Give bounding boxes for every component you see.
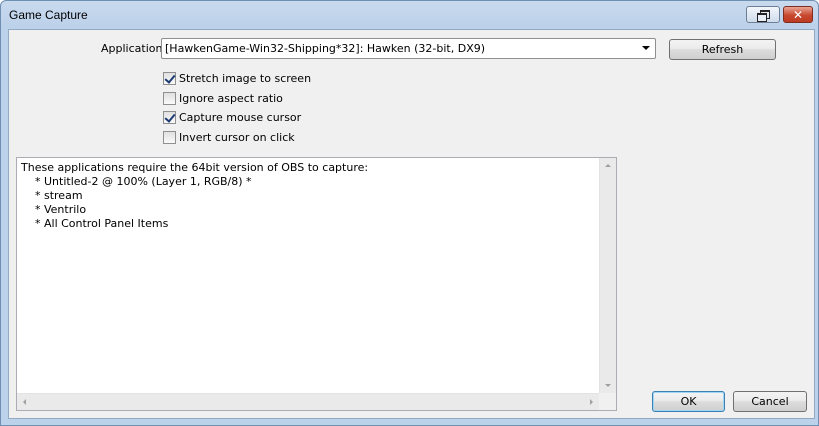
invert-cursor-checkbox[interactable]: Invert cursor on click xyxy=(163,129,295,145)
checkbox-unchecked[interactable] xyxy=(163,91,176,105)
scroll-up-icon[interactable] xyxy=(605,164,611,167)
application-selected-value: [HawkenGame-Win32-Shipping*32]: Hawken (… xyxy=(165,42,486,55)
checkbox-checked[interactable] xyxy=(163,71,176,85)
vertical-scrollbar[interactable] xyxy=(599,158,616,393)
dialog-client-area: Application: [HawkenGame-Win32-Shipping*… xyxy=(8,29,815,419)
horizontal-scrollbar[interactable] xyxy=(17,393,599,410)
checkbox-label: Invert cursor on click xyxy=(179,130,295,144)
ignore-aspect-ratio-checkbox[interactable]: Ignore aspect ratio xyxy=(163,90,283,106)
checkbox-label: Stretch image to screen xyxy=(179,71,312,85)
scroll-down-icon[interactable] xyxy=(605,384,611,387)
chevron-down-icon xyxy=(642,46,650,50)
close-button[interactable]: ✕ xyxy=(783,6,813,23)
restore-button[interactable] xyxy=(746,6,780,23)
info-text: These applications require the 64bit ver… xyxy=(21,161,596,231)
refresh-button[interactable]: Refresh xyxy=(669,39,776,60)
info-line: These applications require the 64bit ver… xyxy=(21,161,369,174)
info-line: * stream xyxy=(21,189,83,202)
window-title: Game Capture xyxy=(9,8,88,22)
info-line: * Ventrilo xyxy=(21,203,87,216)
ok-button-label: OK xyxy=(680,395,697,408)
application-dropdown[interactable]: [HawkenGame-Win32-Shipping*32]: Hawken (… xyxy=(161,38,656,59)
info-line: * All Control Panel Items xyxy=(21,217,169,230)
info-textbox[interactable]: These applications require the 64bit ver… xyxy=(16,157,617,411)
checkbox-label: Ignore aspect ratio xyxy=(179,91,283,105)
refresh-button-label: Refresh xyxy=(701,43,744,56)
scrollbar-corner xyxy=(599,393,616,410)
info-line: * Untitled-2 @ 100% (Layer 1, RGB/8) * xyxy=(21,175,252,188)
scroll-right-icon[interactable] xyxy=(590,399,593,405)
checkbox-label: Capture mouse cursor xyxy=(179,110,302,124)
stretch-image-checkbox[interactable]: Stretch image to screen xyxy=(163,70,311,86)
title-bar[interactable]: Game Capture ✕ xyxy=(1,1,818,29)
restore-icon xyxy=(757,9,770,22)
cancel-button-label: Cancel xyxy=(751,395,789,408)
checkbox-unchecked[interactable] xyxy=(163,130,176,144)
close-icon: ✕ xyxy=(792,7,804,22)
application-label: Application: xyxy=(101,42,167,55)
checkbox-checked[interactable] xyxy=(163,110,176,124)
capture-mouse-cursor-checkbox[interactable]: Capture mouse cursor xyxy=(163,109,301,125)
ok-button[interactable]: OK xyxy=(652,391,725,412)
scroll-left-icon[interactable] xyxy=(23,399,26,405)
cancel-button[interactable]: Cancel xyxy=(733,391,807,412)
game-capture-window: Game Capture ✕ Application: [HawkenGame-… xyxy=(0,0,819,426)
